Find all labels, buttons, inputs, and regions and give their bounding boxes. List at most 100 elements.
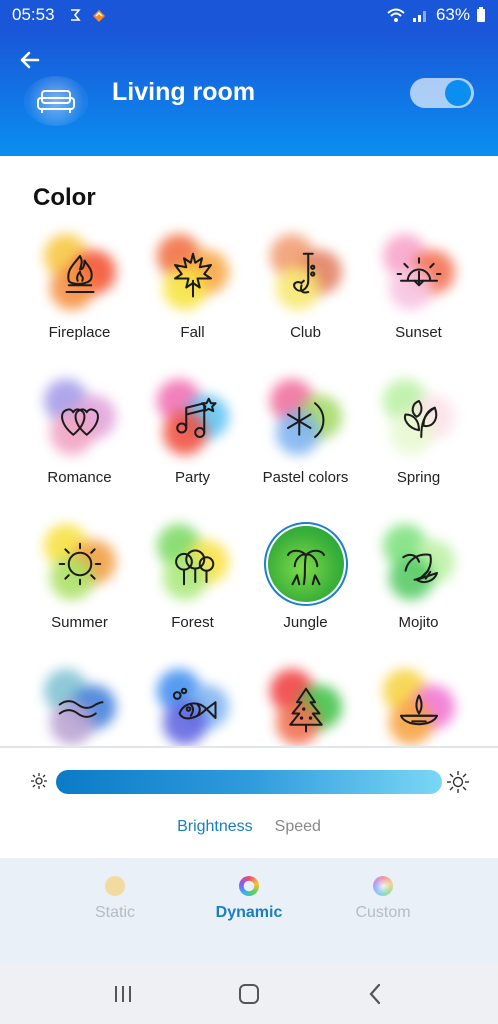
brightness-slider[interactable] bbox=[56, 770, 442, 794]
scene-label: Romance bbox=[47, 469, 112, 486]
scene-icon-wrap bbox=[377, 667, 461, 746]
back-nav-button[interactable] bbox=[355, 974, 395, 1014]
scene-icon-wrap bbox=[151, 522, 235, 606]
scene-icon-wrap bbox=[38, 667, 122, 746]
system-nav-bar bbox=[0, 964, 498, 1024]
status-right: 63% bbox=[386, 5, 486, 25]
scene-tile[interactable]: Summer bbox=[23, 522, 136, 647]
scene-label: Mojito bbox=[398, 614, 439, 631]
scene-tile[interactable]: Forest bbox=[136, 522, 249, 647]
static-mode-icon bbox=[105, 876, 125, 896]
pastel-icon bbox=[286, 402, 324, 439]
fish-icon bbox=[172, 687, 217, 720]
scene-tile[interactable]: Fireplace bbox=[23, 232, 136, 357]
scene-tile[interactable]: Fall bbox=[136, 232, 249, 357]
scene-label: Fireplace bbox=[48, 324, 111, 341]
arrow-left-icon bbox=[20, 51, 40, 69]
chevron-left-icon bbox=[369, 983, 381, 1005]
scene-tile[interactable]: Mojito bbox=[362, 522, 475, 647]
scene-icon-wrap bbox=[151, 377, 235, 461]
maple-leaf-icon bbox=[173, 252, 212, 298]
back-button[interactable] bbox=[14, 44, 46, 76]
leaves-icon bbox=[403, 399, 437, 439]
scene-icon-wrap bbox=[377, 232, 461, 316]
brightness-high-icon bbox=[447, 771, 469, 793]
dynamic-mode-icon bbox=[239, 876, 259, 896]
battery-icon bbox=[477, 7, 485, 22]
scene-tile[interactable]: Sunset bbox=[362, 232, 475, 357]
room-title: Living room bbox=[112, 78, 256, 106]
signal-icon bbox=[412, 11, 426, 22]
fireplace-icon bbox=[64, 254, 95, 294]
slider-tabs: Brightness Speed bbox=[0, 818, 498, 836]
tab-speed[interactable]: Speed bbox=[275, 818, 321, 836]
scene-icon-wrap bbox=[151, 232, 235, 316]
mode-label-custom: Custom bbox=[355, 904, 411, 921]
recent-apps-button[interactable] bbox=[103, 974, 143, 1014]
trees-icon bbox=[174, 549, 214, 586]
diya-lamp-icon bbox=[399, 694, 438, 726]
battery-percent: 63% bbox=[435, 5, 470, 24]
waves-icon bbox=[58, 700, 104, 718]
sofa-icon bbox=[37, 90, 75, 113]
home-button[interactable] bbox=[229, 974, 269, 1014]
header: Living room bbox=[0, 30, 498, 156]
scene-icon-wrap bbox=[264, 377, 348, 461]
status-left-icons bbox=[67, 7, 107, 23]
christmas-tree-icon bbox=[288, 687, 323, 733]
scene-label: Jungle bbox=[283, 614, 328, 631]
mode-label-static: Static bbox=[94, 904, 135, 921]
scene-tile[interactable] bbox=[362, 667, 475, 746]
status-time: 05:53 bbox=[12, 5, 55, 24]
section-title: Color bbox=[33, 184, 96, 211]
scene-label: Sunset bbox=[395, 324, 442, 341]
scene-icon-wrap bbox=[264, 667, 348, 746]
mode-bar: Static Dynamic Custom bbox=[0, 858, 498, 964]
sync-icon bbox=[70, 9, 81, 21]
wifi-icon bbox=[387, 8, 405, 22]
scene-tile[interactable]: Spring bbox=[362, 377, 475, 502]
slider-area: Brightness Speed bbox=[0, 748, 498, 856]
scene-tile[interactable]: Pastel colors bbox=[249, 377, 362, 502]
sunset-icon bbox=[396, 257, 441, 287]
brightness-low-icon bbox=[31, 773, 47, 789]
scene-icon-wrap bbox=[377, 522, 461, 606]
tab-brightness[interactable]: Brightness bbox=[177, 818, 253, 836]
hearts-icon bbox=[60, 408, 99, 436]
scene-tile[interactable] bbox=[249, 667, 362, 746]
lime-icon bbox=[401, 553, 438, 584]
scene-icon-wrap bbox=[38, 377, 122, 461]
scene-tile[interactable]: Jungle bbox=[249, 522, 362, 647]
scene-tile[interactable]: Party bbox=[136, 377, 249, 502]
recent-apps-icon bbox=[115, 986, 131, 1002]
saxophone-icon bbox=[292, 252, 315, 294]
scene-content[interactable]: Color Fireplace Fall Club Sunset Romance Part… bbox=[0, 156, 498, 746]
mode-label-dynamic: Dynamic bbox=[215, 904, 283, 921]
scene-tile[interactable]: Romance bbox=[23, 377, 136, 502]
custom-mode-icon bbox=[373, 876, 393, 896]
scene-label: Spring bbox=[396, 469, 441, 486]
scene-tile[interactable] bbox=[136, 667, 249, 746]
scene-icon-wrap bbox=[151, 667, 235, 746]
music-notes-icon bbox=[175, 397, 217, 439]
scene-label: Pastel colors bbox=[262, 469, 349, 486]
scene-grid: Fireplace Fall Club Sunset Romance Party Paste… bbox=[23, 232, 475, 746]
toggle-knob bbox=[445, 80, 471, 106]
scene-label: Party bbox=[174, 469, 210, 486]
mode-tab-static[interactable]: Static bbox=[48, 858, 182, 964]
mode-tab-dynamic[interactable]: Dynamic bbox=[182, 858, 316, 964]
sun-icon bbox=[58, 542, 101, 586]
scene-tile[interactable] bbox=[23, 667, 136, 746]
scene-label: Fall bbox=[180, 324, 205, 341]
scene-icon-wrap bbox=[264, 232, 348, 316]
scene-icon-wrap bbox=[263, 522, 348, 606]
status-bar: 05:53 63% bbox=[0, 0, 498, 30]
scene-tile[interactable]: Club bbox=[249, 232, 362, 357]
scene-icon-wrap bbox=[38, 232, 122, 316]
room-power-toggle[interactable] bbox=[410, 78, 474, 108]
app-notification-icon bbox=[92, 10, 105, 22]
scene-label: Forest bbox=[171, 614, 214, 631]
home-icon bbox=[239, 984, 259, 1004]
scene-icon-wrap bbox=[38, 522, 122, 606]
mode-tab-custom[interactable]: Custom bbox=[316, 858, 450, 964]
